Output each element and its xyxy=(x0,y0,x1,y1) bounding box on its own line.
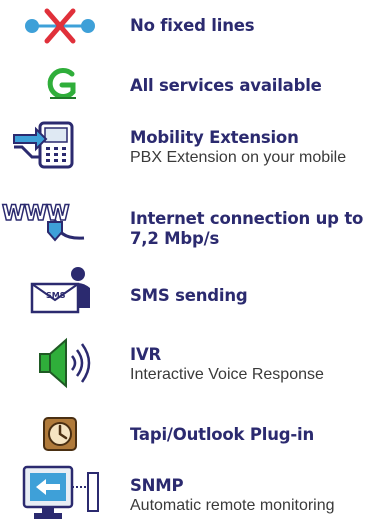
feature-title: Internet connection up to 7,2 Mbp/s xyxy=(130,209,364,248)
feature-title: Mobility Extension xyxy=(130,128,299,147)
speaker-icon xyxy=(0,336,120,392)
sms-envelope-icon: SMS xyxy=(0,262,120,318)
network-x-icon xyxy=(0,4,120,60)
feature-subtitle: Interactive Voice Response xyxy=(130,366,324,383)
feature-title: No fixed lines xyxy=(130,16,255,35)
feature-title: All services available xyxy=(130,76,322,95)
feature-title: Tapi/Outlook Plug-in xyxy=(130,425,315,444)
feature-subtitle: Automatic remote monitoring xyxy=(130,497,335,514)
feature-title: IVR xyxy=(130,345,162,364)
monitor-arrow-icon xyxy=(0,459,120,519)
feature-title: SMS sending xyxy=(130,286,248,305)
mobility-phone-icon xyxy=(0,117,120,173)
g-logo-icon xyxy=(0,62,120,118)
www-cable-icon: WWW xyxy=(0,200,120,256)
sms-badge: SMS xyxy=(46,291,66,300)
feature-subtitle: PBX Extension on your mobile xyxy=(130,149,347,166)
feature-title: SNMP xyxy=(130,476,184,495)
